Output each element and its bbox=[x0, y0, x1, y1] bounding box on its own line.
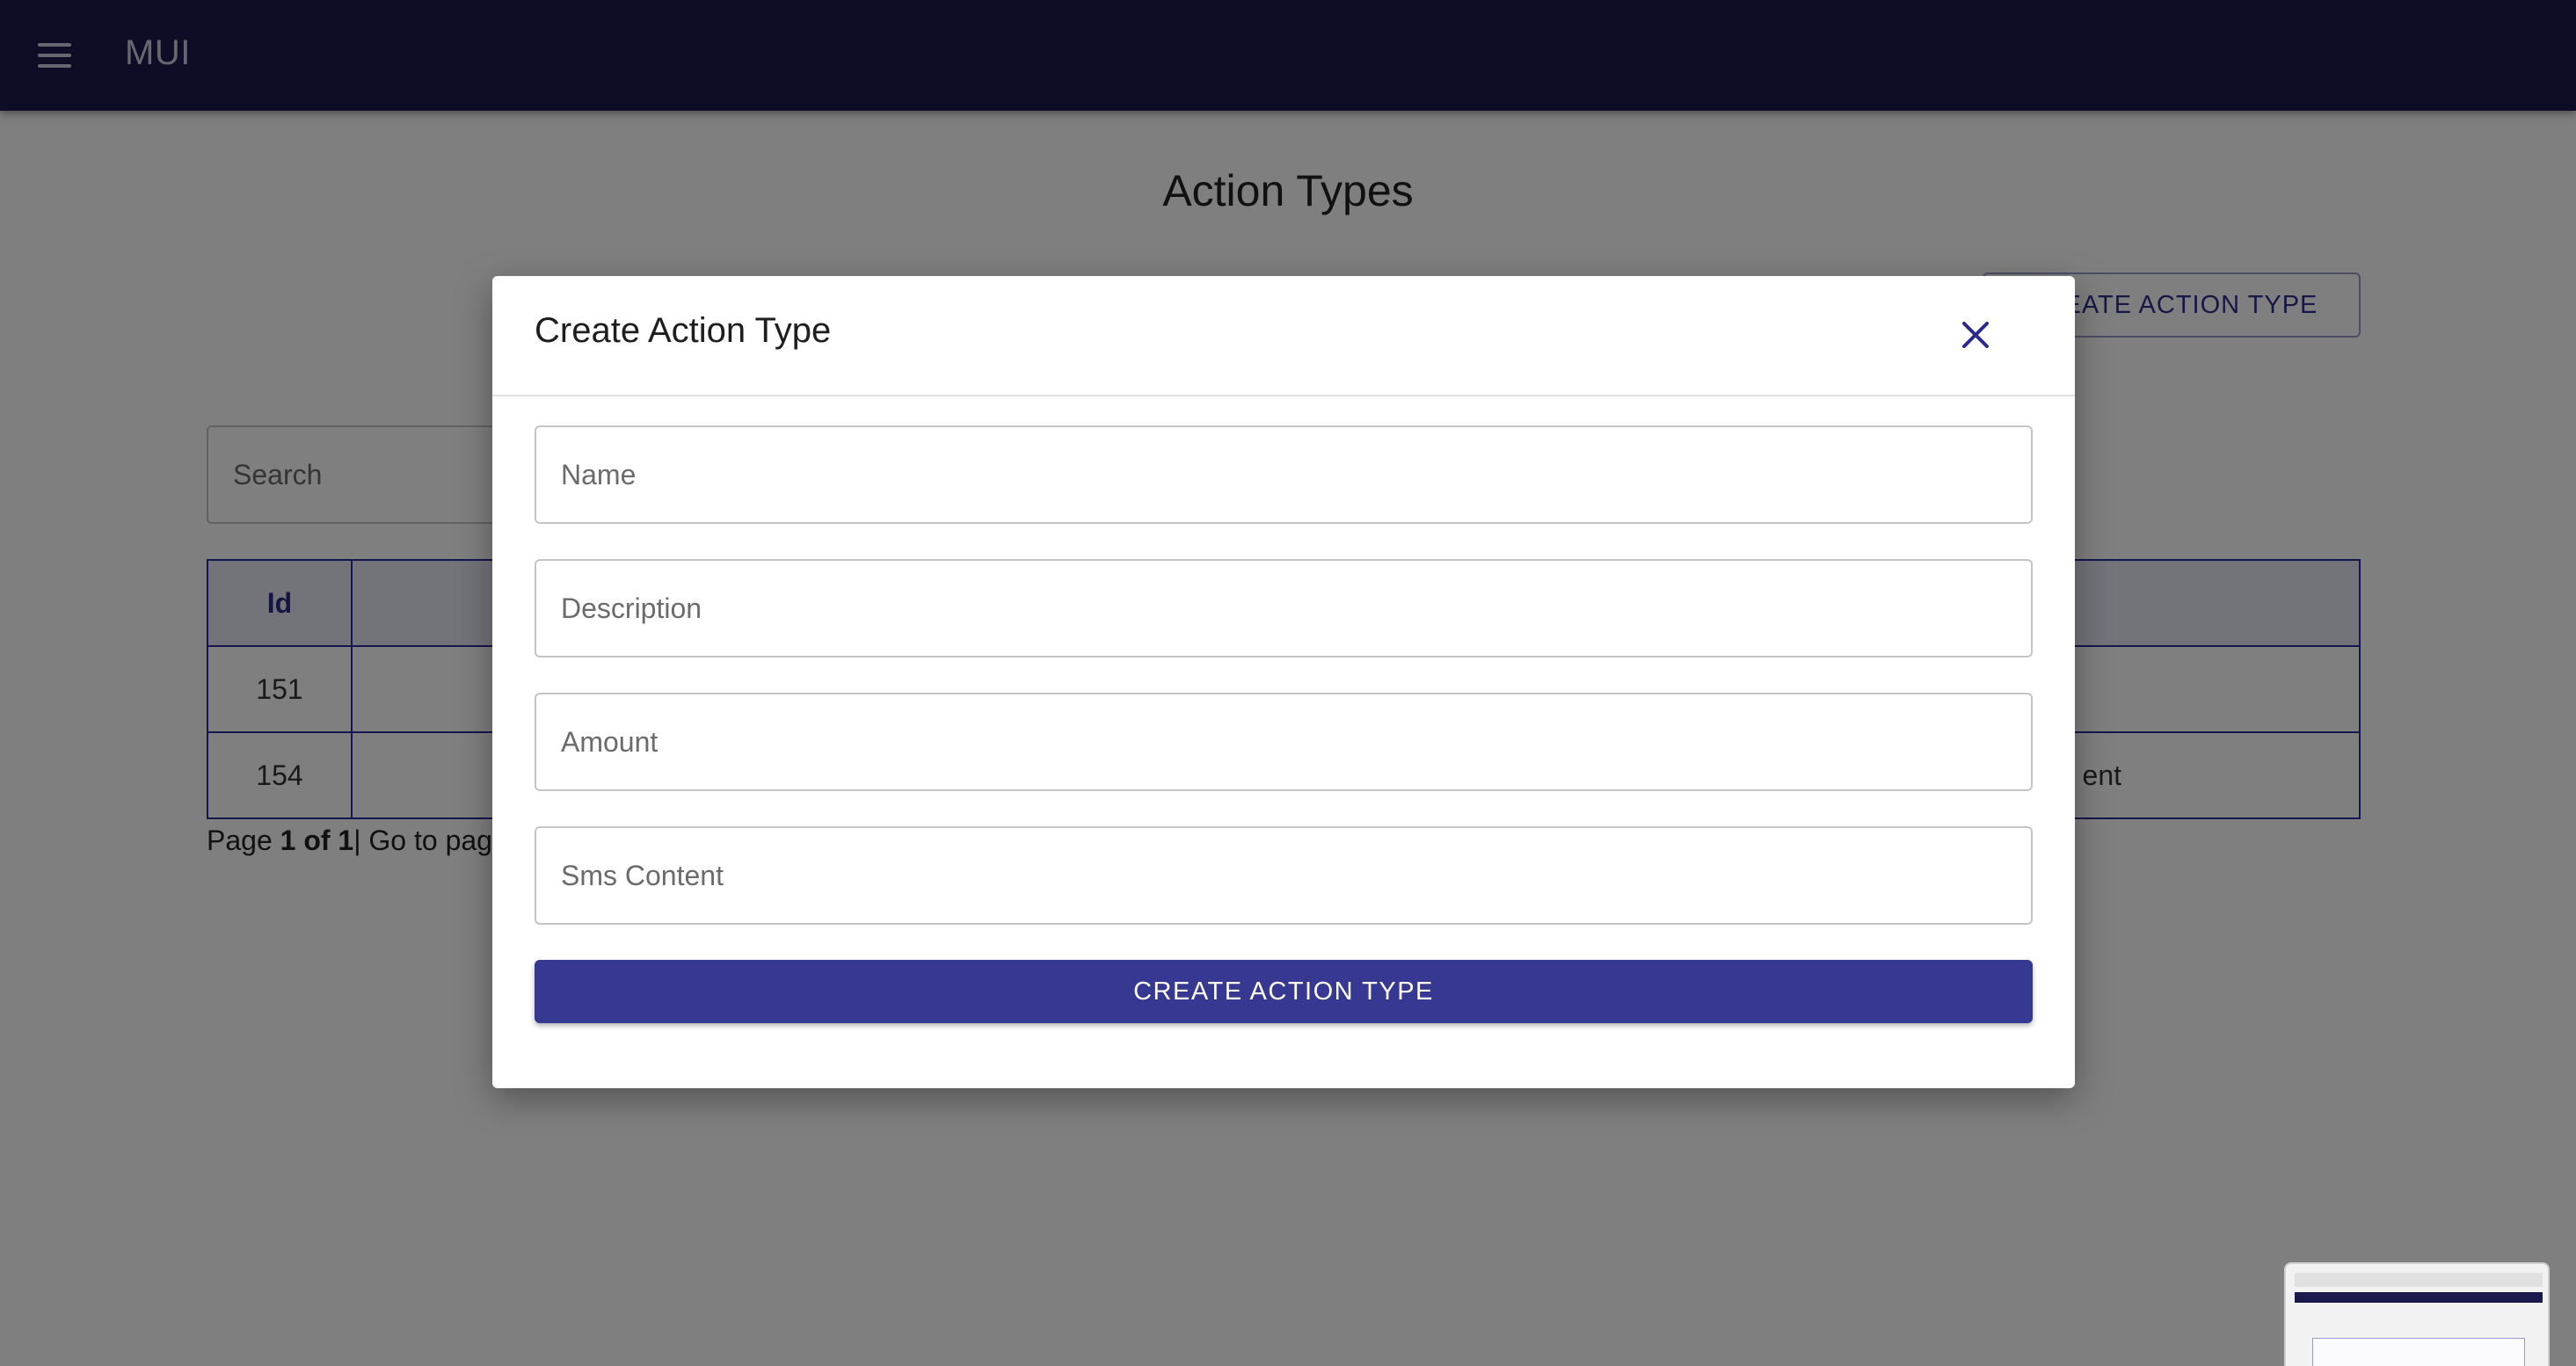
sms-content-field[interactable]: Sms Content bbox=[535, 826, 2033, 925]
dialog-header: Create Action Type bbox=[492, 276, 2075, 396]
thumbnail-toolbar bbox=[2295, 1273, 2543, 1287]
description-field[interactable]: Description bbox=[535, 559, 2033, 658]
create-action-type-submit-button[interactable]: CREATE ACTION TYPE bbox=[535, 960, 2033, 1023]
thumbnail-appbar bbox=[2295, 1292, 2543, 1303]
close-icon[interactable] bbox=[1954, 313, 1997, 357]
dialog-title: Create Action Type bbox=[535, 311, 832, 350]
create-action-type-dialog: Create Action Type Name Description Amou… bbox=[492, 276, 2075, 1088]
screenshot-thumbnail[interactable] bbox=[2284, 1262, 2550, 1366]
thumbnail-table bbox=[2312, 1338, 2525, 1366]
amount-field[interactable]: Amount bbox=[535, 693, 2033, 791]
name-field[interactable]: Name bbox=[535, 425, 2033, 524]
